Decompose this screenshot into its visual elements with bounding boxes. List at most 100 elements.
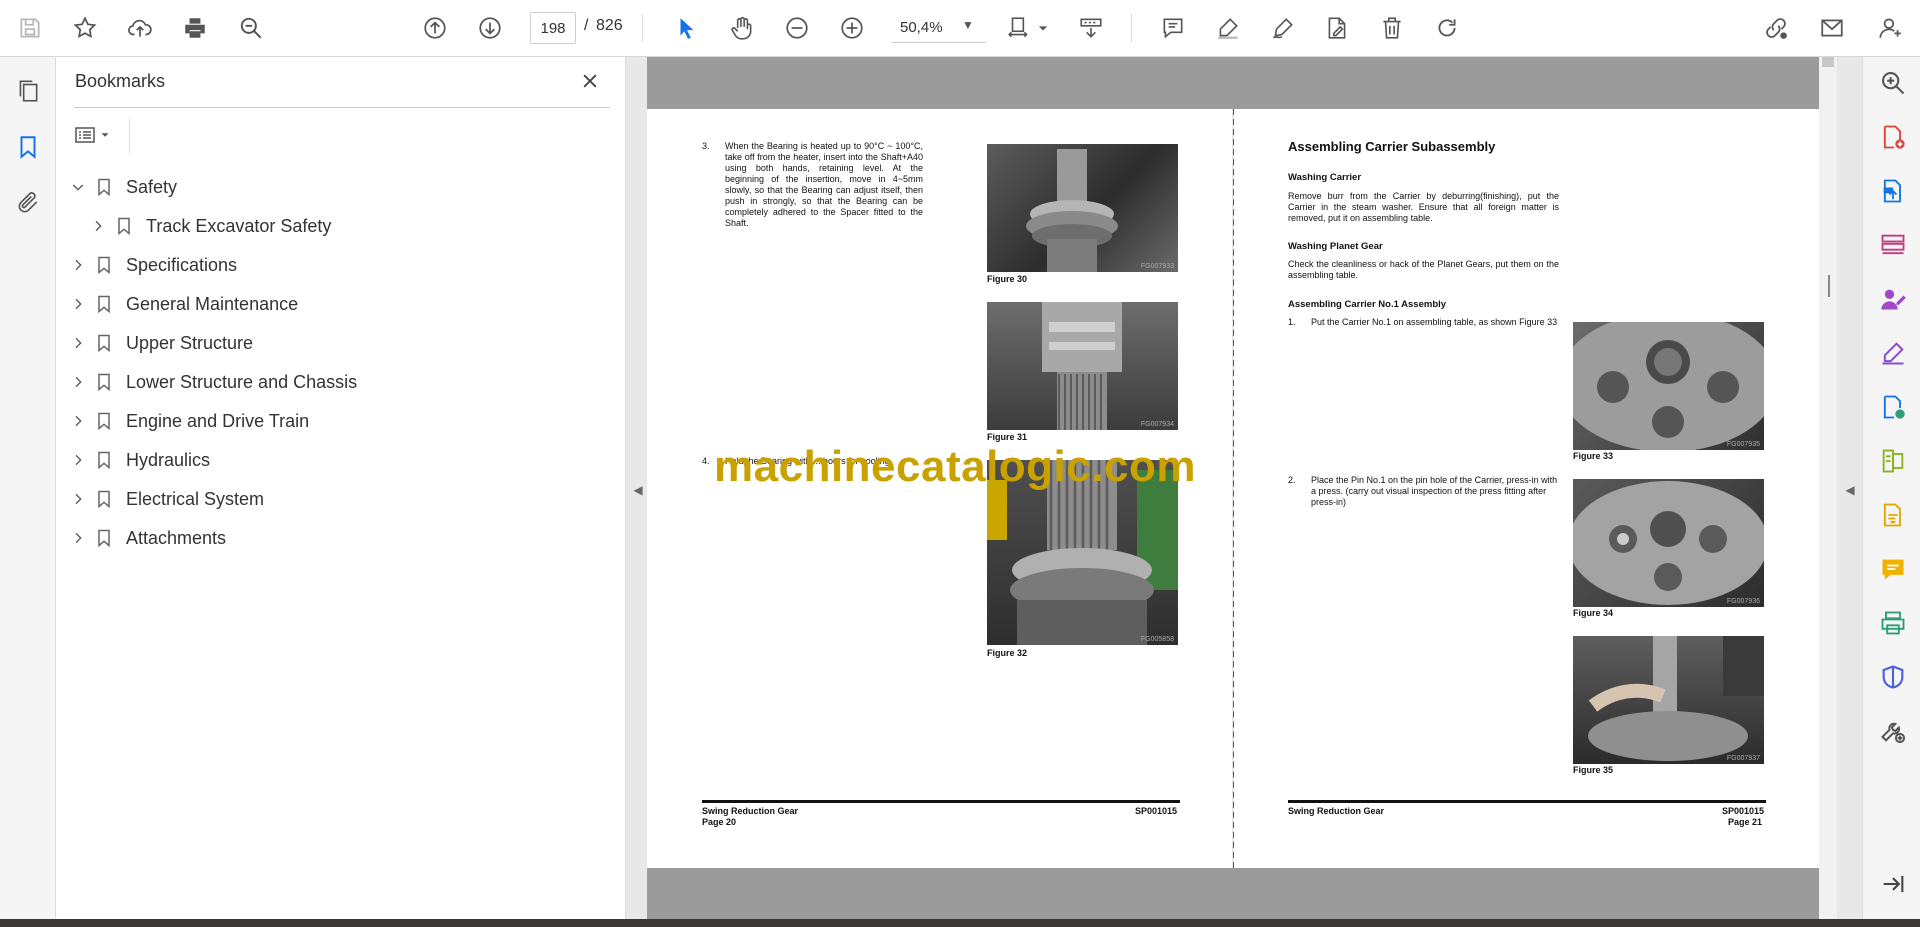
- print-production-icon[interactable]: [1877, 607, 1909, 639]
- chevron-right-icon[interactable]: [68, 335, 88, 351]
- chevron-right-icon[interactable]: [68, 413, 88, 429]
- fill-sign-icon[interactable]: [1877, 283, 1909, 315]
- chevron-right-icon[interactable]: [68, 491, 88, 507]
- page-fit-dropdown-icon[interactable]: [1033, 12, 1053, 44]
- figure-code: FG007936: [1726, 598, 1760, 605]
- chevron-down-icon[interactable]: [68, 179, 88, 195]
- subsection-heading: Washing Carrier: [1288, 172, 1362, 183]
- scan-ocr-icon[interactable]: [1877, 499, 1909, 531]
- figure-code: FG007937: [1726, 755, 1760, 762]
- find-zoom-icon[interactable]: [235, 12, 267, 44]
- footer-rule: [702, 800, 1180, 803]
- footer-title: Swing Reduction Gear: [1288, 806, 1385, 816]
- send-review-icon[interactable]: [1877, 391, 1909, 423]
- chevron-right-icon[interactable]: [68, 530, 88, 546]
- bookmark-label: Specifications: [126, 254, 238, 275]
- main-toolbar: 198 / 826 50,4% ▼: [0, 0, 1920, 57]
- step-text: Place the Pin No.1 on the pin hole of th…: [1311, 475, 1558, 507]
- figure-caption: Figure 35: [1573, 765, 1614, 775]
- organize-pages-icon[interactable]: [1877, 229, 1909, 261]
- bookmark-item-lower-structure[interactable]: Lower Structure and Chassis: [68, 367, 357, 397]
- bookmark-item-general-maintenance[interactable]: General Maintenance: [68, 289, 298, 319]
- vertical-scrollbar[interactable]: [1819, 57, 1837, 919]
- bookmark-icon: [94, 293, 114, 315]
- figure-code: FG007935: [1726, 441, 1760, 448]
- print-icon[interactable]: [179, 12, 211, 44]
- page-total: 826: [596, 17, 623, 34]
- close-icon[interactable]: [576, 67, 604, 95]
- right-tools-rail: [1862, 57, 1920, 919]
- comment-icon[interactable]: [1157, 12, 1189, 44]
- mail-icon[interactable]: [1816, 12, 1848, 44]
- page-fit-icon[interactable]: [1003, 12, 1035, 44]
- paragraph: Remove burr from the Carrier by deburrin…: [1288, 191, 1559, 223]
- zoom-out-icon[interactable]: [781, 12, 813, 44]
- figure-caption: Figure 34: [1573, 608, 1614, 618]
- figure-image: FG007933: [987, 144, 1178, 272]
- collapse-right-panel-icon[interactable]: ◀: [1838, 470, 1862, 510]
- redo-icon[interactable]: [1431, 12, 1463, 44]
- upload-cloud-icon[interactable]: [124, 12, 156, 44]
- step-text: When the Bearing is heated up to 90°C ~ …: [725, 141, 923, 228]
- chevron-right-icon[interactable]: [68, 452, 88, 468]
- bookmark-item-hydraulics[interactable]: Hydraulics: [68, 445, 210, 475]
- next-page-icon[interactable]: [474, 12, 506, 44]
- sign-icon[interactable]: [1267, 12, 1299, 44]
- bookmark-item-specifications[interactable]: Specifications: [68, 250, 237, 280]
- bookmark-label: Track Excavator Safety: [146, 215, 332, 236]
- bookmark-item-track-excavator-safety[interactable]: Track Excavator Safety: [88, 211, 331, 241]
- bookmark-item-electrical-system[interactable]: Electrical System: [68, 484, 264, 514]
- toolbar-divider: [642, 14, 643, 42]
- bookmark-item-engine-drive-train[interactable]: Engine and Drive Train: [68, 406, 309, 436]
- comment-tool-icon[interactable]: [1877, 553, 1909, 585]
- toolbar-divider: [1131, 14, 1132, 42]
- options-divider: [129, 119, 130, 153]
- scroll-mode-icon[interactable]: [1075, 12, 1107, 44]
- export-pdf-icon[interactable]: [1877, 175, 1909, 207]
- create-pdf-icon[interactable]: [1877, 121, 1909, 153]
- prev-page-icon[interactable]: [419, 12, 451, 44]
- zoom-search-icon[interactable]: [1877, 67, 1909, 99]
- zoom-dropdown-icon[interactable]: ▼: [962, 18, 974, 32]
- bookmarks-panel-icon[interactable]: [12, 131, 44, 163]
- zoom-in-icon[interactable]: [836, 12, 868, 44]
- highlight-icon[interactable]: [1212, 12, 1244, 44]
- list-options-icon: [75, 127, 95, 143]
- page-number-input[interactable]: 198: [530, 12, 576, 44]
- account-icon[interactable]: [1874, 12, 1906, 44]
- expand-panel-icon[interactable]: [1877, 868, 1909, 900]
- footer-code: SP001015: [1135, 806, 1178, 816]
- bookmark-item-safety[interactable]: Safety: [68, 172, 177, 202]
- step-number: 4.: [702, 456, 710, 466]
- scrollbar-thumb[interactable]: [1822, 57, 1834, 67]
- save-icon[interactable]: [14, 12, 46, 44]
- edit-pdf-icon[interactable]: [1877, 337, 1909, 369]
- delete-icon[interactable]: [1376, 12, 1408, 44]
- step-text: Put the Carrier No.1 on assembling table…: [1311, 317, 1558, 327]
- page-thumbnails-icon[interactable]: [12, 75, 44, 107]
- attachments-icon[interactable]: [12, 187, 44, 219]
- chevron-right-icon[interactable]: [68, 257, 88, 273]
- chevron-right-icon[interactable]: [68, 374, 88, 390]
- bookmark-item-upper-structure[interactable]: Upper Structure: [68, 328, 253, 358]
- figure-image: FG007937: [1573, 636, 1764, 764]
- chevron-right-icon[interactable]: [88, 218, 108, 234]
- compare-icon[interactable]: [1877, 445, 1909, 477]
- protect-icon[interactable]: [1877, 661, 1909, 693]
- figure-caption: Figure 33: [1573, 451, 1614, 461]
- figure-caption: Figure 30: [987, 274, 1028, 284]
- figure-image: FG007935: [1573, 322, 1764, 450]
- stamp-icon[interactable]: [1321, 12, 1353, 44]
- bookmark-options-button[interactable]: [74, 119, 124, 151]
- bookmark-item-attachments[interactable]: Attachments: [68, 523, 226, 553]
- carrier-image: [1573, 322, 1764, 450]
- share-link-icon[interactable]: [1760, 12, 1792, 44]
- hand-icon[interactable]: [726, 12, 758, 44]
- more-tools-icon[interactable]: [1877, 715, 1909, 747]
- shaft-insertion-image: [1042, 302, 1122, 430]
- select-arrow-icon[interactable]: [671, 12, 703, 44]
- chevron-right-icon[interactable]: [68, 296, 88, 312]
- bookmark-label: Lower Structure and Chassis: [126, 371, 358, 392]
- bookmark-label: Upper Structure: [126, 332, 254, 353]
- bookmark-star-icon[interactable]: [69, 12, 101, 44]
